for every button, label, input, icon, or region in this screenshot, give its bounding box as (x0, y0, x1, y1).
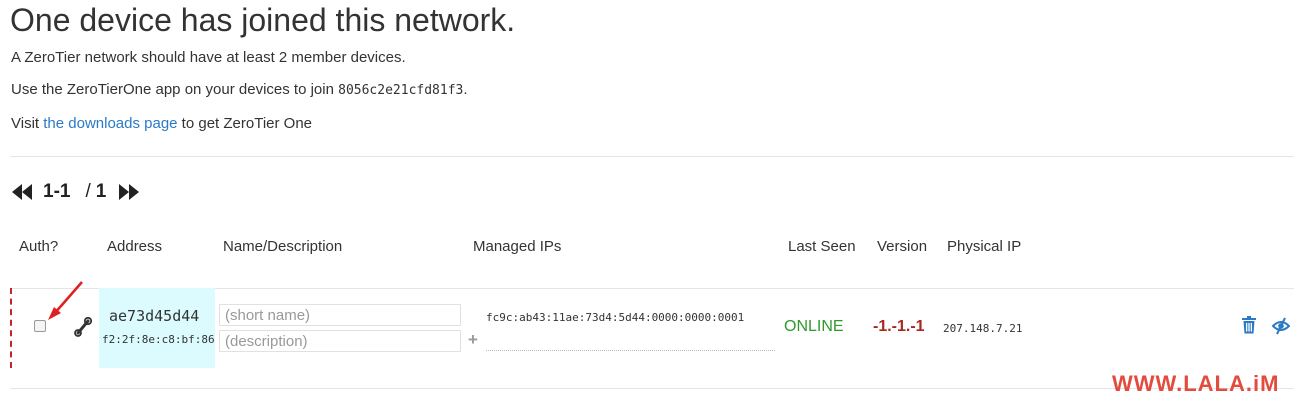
downloads-hint: Visit the downloads page to get ZeroTier… (11, 115, 312, 132)
auth-checkbox[interactable] (34, 320, 46, 332)
managed-ip: fc9c:ab43:11ae:73d4:5d44:0000:0000:0001 (486, 311, 745, 324)
join-instructions: Use the ZeroTierOne app on your devices … (11, 81, 468, 98)
wrench-icon[interactable] (73, 317, 93, 337)
column-header-version: Version (877, 238, 928, 255)
address-cell (99, 288, 215, 368)
column-header-address: Address (107, 238, 163, 255)
last-seen-status: ONLINE (784, 318, 844, 335)
member-address: ae73d45d44 (109, 307, 200, 325)
page-separator: / (85, 181, 91, 202)
watermark: WWW.LALA.iM (1112, 371, 1280, 396)
join-instructions-prefix: Use the ZeroTierOne app on your devices … (11, 81, 339, 98)
short-name-input[interactable] (219, 304, 461, 326)
column-header-name: Name/Description (223, 238, 343, 255)
add-ip-icon[interactable]: + (468, 330, 478, 350)
last-page-icon[interactable] (118, 183, 140, 201)
column-header-managed-ips: Managed IPs (473, 238, 562, 255)
pagination: 1-1 / 1 (11, 180, 140, 204)
downloads-hint-suffix: to get ZeroTier One (177, 115, 313, 132)
join-instructions-suffix: . (463, 81, 468, 98)
member-mac: f2:2f:8e:c8:bf:86 (102, 333, 215, 346)
table-bottom-divider (10, 388, 1294, 389)
divider (10, 156, 1294, 157)
first-page-icon[interactable] (11, 183, 33, 201)
physical-ip: 207.148.7.21 (943, 322, 1023, 335)
hide-icon[interactable] (1272, 317, 1290, 335)
member-count-hint: A ZeroTier network should have at least … (11, 49, 406, 66)
column-header-auth: Auth? (19, 238, 59, 255)
network-id: 8056c2e21cfd81f3 (338, 83, 464, 98)
row-highlight-border (10, 288, 12, 368)
description-input[interactable] (219, 330, 461, 352)
column-header-physical-ip: Physical IP (947, 238, 1022, 255)
downloads-hint-prefix: Visit (11, 115, 44, 132)
member-version: -1.-1.-1 (873, 318, 925, 335)
trash-icon[interactable] (1241, 316, 1257, 334)
page-range: 1-1 (43, 181, 71, 202)
add-ip-input[interactable] (486, 340, 775, 351)
page-total: 1 (95, 181, 107, 202)
annotation-arrow-icon (48, 281, 83, 320)
downloads-link[interactable]: the downloads page (43, 115, 177, 132)
page-title: One device has joined this network. (10, 2, 516, 38)
column-header-last-seen: Last Seen (788, 238, 856, 255)
